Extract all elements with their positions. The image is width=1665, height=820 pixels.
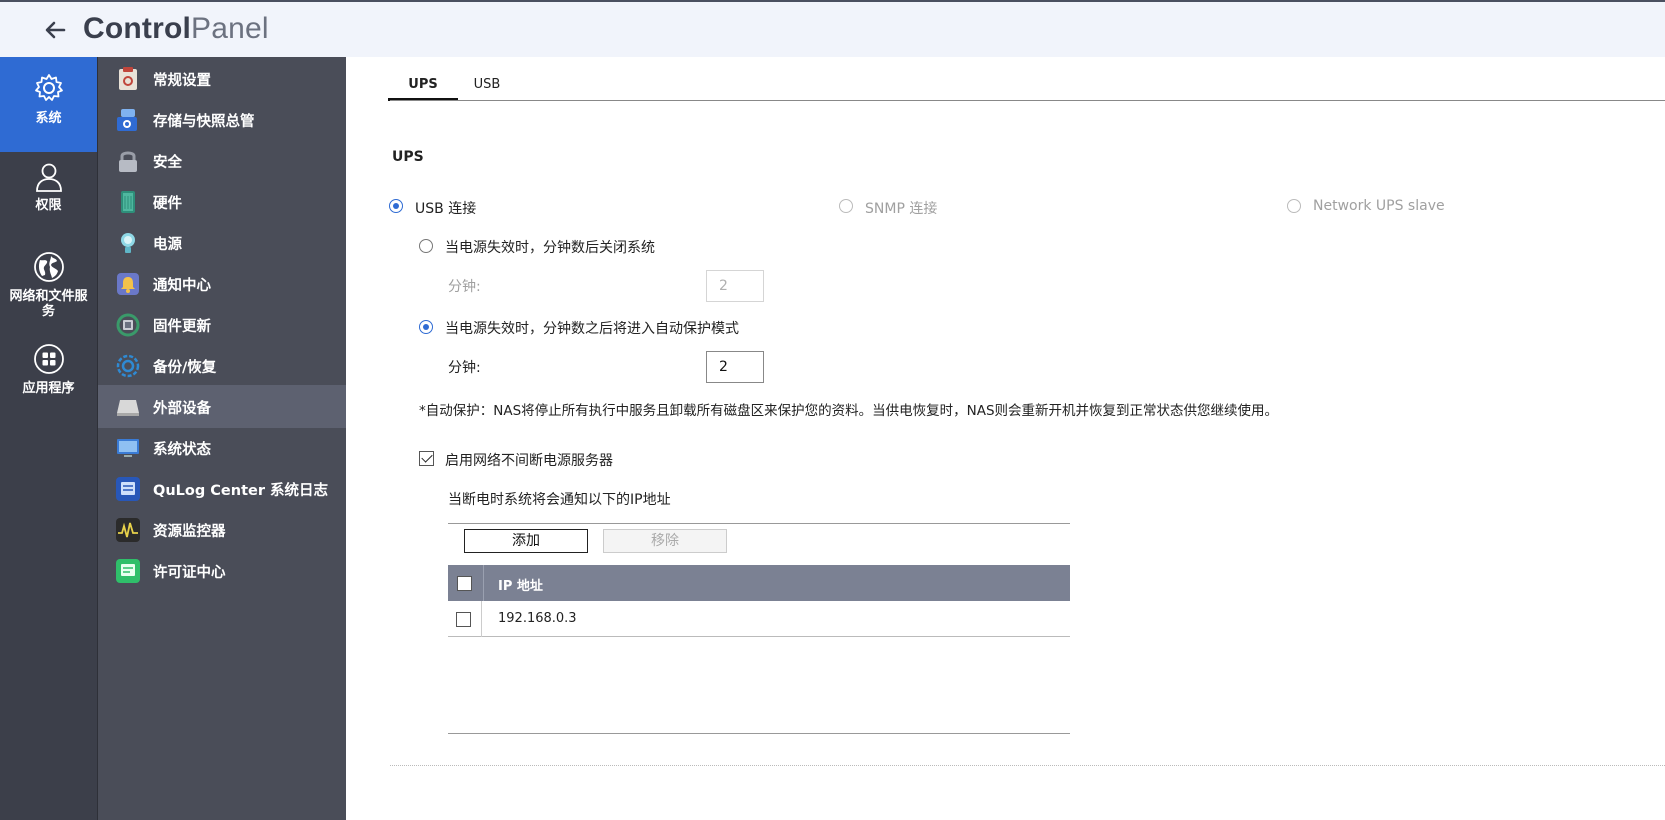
section-divider <box>390 765 1665 766</box>
sidebar-item-label: 备份/恢复 <box>153 360 217 376</box>
shutdown-minutes-label: 分钟: <box>448 279 481 295</box>
lock-icon <box>119 151 137 172</box>
sidebar-item-label: 通知中心 <box>153 278 211 294</box>
sidebar-item-firmware[interactable]: 固件更新 <box>98 303 347 346</box>
rail-item-apps[interactable]: 应用程序 <box>0 343 97 413</box>
row-column-divider <box>481 601 482 637</box>
globe-icon <box>33 252 64 282</box>
table-top-divider <box>448 523 1070 524</box>
notify-ip-label: 当断电时系统将会通知以下的IP地址 <box>448 492 671 508</box>
resource-monitor-icon <box>116 518 140 542</box>
row-checkbox[interactable] <box>456 612 471 627</box>
protect-minutes-input[interactable]: 2 <box>706 351 764 383</box>
rail-item-permissions[interactable]: 权限 <box>0 160 97 230</box>
license-icon <box>116 559 140 583</box>
protect-minutes-label: 分钟: <box>448 360 481 376</box>
tab-divider <box>390 100 1665 101</box>
add-button[interactable]: 添加 <box>464 529 588 553</box>
sidebar-item-label: 电源 <box>153 237 182 253</box>
sidebar-item-label: 常规设置 <box>153 73 211 89</box>
network-ups-slave-radio[interactable] <box>1287 199 1301 213</box>
select-all-checkbox[interactable] <box>457 576 472 591</box>
general-settings-icon <box>119 67 137 90</box>
firmware-icon <box>116 313 140 337</box>
gear-icon <box>34 74 63 101</box>
remove-button[interactable]: 移除 <box>603 529 727 553</box>
enable-ups-server-label: 启用网络不间断电源服务器 <box>445 453 613 469</box>
sidebar-item-notifications[interactable]: 通知中心 <box>98 262 347 305</box>
qulog-icon <box>116 477 140 501</box>
apps-icon <box>33 344 64 374</box>
usb-connection-radio[interactable] <box>389 199 403 213</box>
auto-protect-note: *自动保护：NAS将停止所有执行中服务且卸载所有磁盘区来保护您的资料。当供电恢复… <box>419 403 1279 419</box>
ip-table: 添加 移除 IP 地址 192.168.0.3 <box>448 527 1070 727</box>
backup-icon <box>116 354 140 378</box>
table-bottom-divider <box>448 733 1070 734</box>
app-title: ControlPanel <box>83 12 269 45</box>
rail-item-network[interactable]: 网络和文件服务 <box>0 251 97 341</box>
user-icon <box>35 163 62 192</box>
sidebar-item-label: 安全 <box>153 155 182 171</box>
sidebar-item-hardware[interactable]: 硬件 <box>98 180 347 223</box>
external-device-icon <box>117 400 139 416</box>
sidebar-item-label: 许可证中心 <box>153 565 226 581</box>
sidebar-item-general[interactable]: 常规设置 <box>98 57 347 100</box>
settings-sidebar: 常规设置 存储与快照总管 安全 硬件 电源 通知中心 固件更新 备份/恢复 外部… <box>97 57 347 820</box>
title-bar: ControlPanel <box>0 0 1665 57</box>
sidebar-item-label: 外部设备 <box>153 401 211 417</box>
sidebar-item-system-status[interactable]: 系统状态 <box>98 426 347 469</box>
storage-icon <box>117 109 137 131</box>
rail-label: 权限 <box>35 198 62 213</box>
rail-item-system[interactable]: 系统 <box>0 57 97 152</box>
tab-usb[interactable]: USB <box>472 77 502 101</box>
sidebar-item-label: 存储与快照总管 <box>153 114 255 130</box>
notification-icon <box>117 273 139 295</box>
rail-label: 应用程序 <box>22 381 75 396</box>
hardware-icon <box>121 191 135 213</box>
usb-connection-label: USB 连接 <box>415 201 477 217</box>
snmp-connection-label: SNMP 连接 <box>865 201 938 217</box>
sidebar-item-storage[interactable]: 存储与快照总管 <box>98 98 347 141</box>
table-row[interactable]: 192.168.0.3 <box>448 601 1070 637</box>
sidebar-item-backup[interactable]: 备份/恢复 <box>98 344 347 387</box>
content-panel: UPS USB UPS USB 连接 SNMP 连接 Network UPS s… <box>346 57 1665 820</box>
protect-mode-radio[interactable] <box>419 320 433 334</box>
header-column-divider <box>483 565 484 601</box>
enable-ups-server-checkbox[interactable] <box>419 451 434 466</box>
sidebar-item-qulog[interactable]: QuLog Center 系统日志 <box>98 467 347 510</box>
shutdown-option-radio[interactable] <box>419 239 433 253</box>
shutdown-option-label: 当电源失效时，分钟数后关闭系统 <box>445 240 655 256</box>
sidebar-item-power[interactable]: 电源 <box>98 221 347 264</box>
sidebar-item-security[interactable]: 安全 <box>98 139 347 182</box>
sidebar-item-label: 系统状态 <box>153 442 211 458</box>
tab-ups[interactable]: UPS <box>388 77 458 101</box>
sidebar-item-resource-monitor[interactable]: 资源监控器 <box>98 508 347 551</box>
back-arrow-icon[interactable] <box>40 15 70 45</box>
monitor-icon <box>117 439 139 457</box>
ip-address-cell: 192.168.0.3 <box>498 611 577 626</box>
rail-label: 网络和文件服务 <box>9 289 88 319</box>
sidebar-item-label: QuLog Center 系统日志 <box>153 483 329 499</box>
network-ups-slave-label: Network UPS slave <box>1313 198 1445 214</box>
sidebar-item-label: 固件更新 <box>153 319 211 335</box>
protect-mode-label: 当电源失效时，分钟数之后将进入自动保护模式 <box>445 321 739 337</box>
sidebar-item-external-devices[interactable]: 外部设备 <box>98 385 347 428</box>
table-header: IP 地址 <box>448 565 1070 601</box>
sidebar-item-license[interactable]: 许可证中心 <box>98 549 347 592</box>
power-bulb-icon <box>121 233 135 253</box>
section-title: UPS <box>392 149 424 165</box>
snmp-connection-radio[interactable] <box>839 199 853 213</box>
ip-address-header: IP 地址 <box>498 579 543 594</box>
shutdown-minutes-input[interactable]: 2 <box>706 270 764 302</box>
sidebar-item-label: 硬件 <box>153 196 182 212</box>
sidebar-item-label: 资源监控器 <box>153 524 226 540</box>
rail-label: 系统 <box>35 111 62 126</box>
category-rail: 系统 权限 网络和文件服务 应用程序 <box>0 57 97 820</box>
